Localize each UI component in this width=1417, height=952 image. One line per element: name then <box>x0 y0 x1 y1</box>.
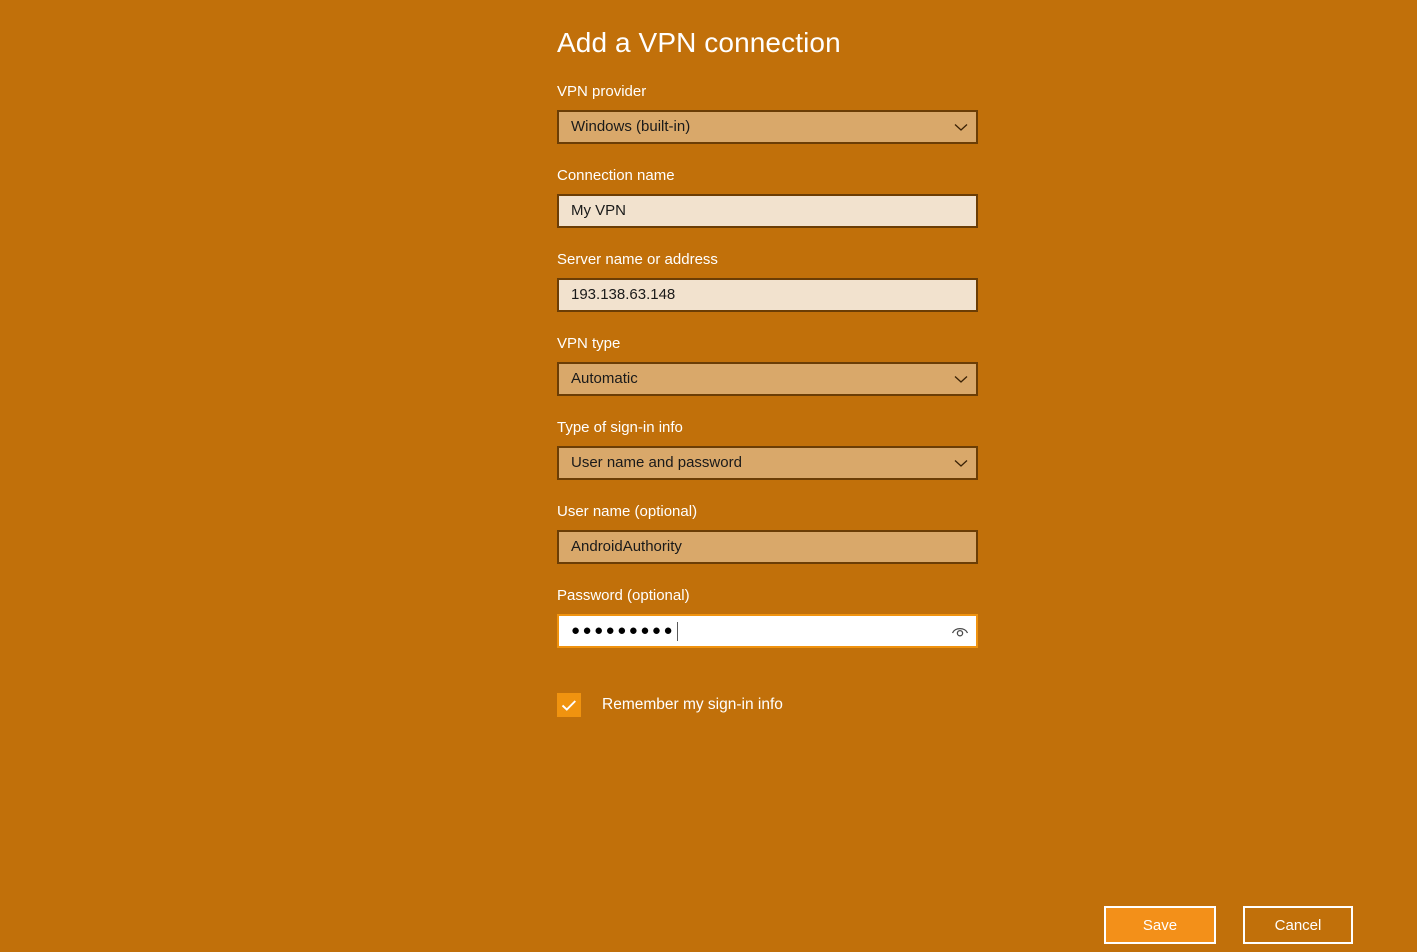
chevron-down-icon <box>946 112 976 142</box>
remember-signin-row[interactable]: Remember my sign-in info <box>557 693 978 717</box>
vpn-type-value: Automatic <box>571 370 638 387</box>
user-name-input[interactable]: AndroidAuthority <box>557 530 978 564</box>
signin-type-select[interactable]: User name and password <box>557 446 978 480</box>
server-address-input[interactable]: 193.138.63.148 <box>557 278 978 312</box>
label-signin-type: Type of sign-in info <box>557 419 683 436</box>
label-server-address: Server name or address <box>557 251 718 268</box>
field-connection-name: Connection name My VPN <box>557 166 978 228</box>
save-button[interactable]: Save <box>1104 906 1216 944</box>
field-user-name: User name (optional) AndroidAuthority <box>557 502 978 564</box>
chevron-down-icon <box>946 448 976 478</box>
field-server-address: Server name or address 193.138.63.148 <box>557 250 978 312</box>
remember-signin-label: Remember my sign-in info <box>602 696 783 713</box>
cancel-button[interactable]: Cancel <box>1243 906 1353 944</box>
field-signin-type: Type of sign-in info User name and passw… <box>557 418 978 480</box>
connection-name-input[interactable]: My VPN <box>557 194 978 228</box>
vpn-provider-select[interactable]: Windows (built-in) <box>557 110 978 144</box>
remember-signin-checkbox[interactable] <box>557 693 581 717</box>
dialog-action-buttons: Save Cancel <box>1104 906 1353 944</box>
label-vpn-provider: VPN provider <box>557 83 647 100</box>
label-vpn-type: VPN type <box>557 335 621 352</box>
eye-reveal-password-icon[interactable] <box>944 616 976 646</box>
user-name-value: AndroidAuthority <box>571 538 682 555</box>
label-user-name: User name (optional) <box>557 503 698 520</box>
password-value-wrapper: ●●●●●●●●● <box>559 621 944 641</box>
label-password: Password (optional) <box>557 587 690 604</box>
password-value: ●●●●●●●●● <box>571 622 676 639</box>
password-input[interactable]: ●●●●●●●●● <box>557 614 978 648</box>
field-password: Password (optional) ●●●●●●●●● <box>557 586 978 648</box>
label-connection-name: Connection name <box>557 167 675 184</box>
text-caret <box>677 621 679 641</box>
vpn-type-select[interactable]: Automatic <box>557 362 978 396</box>
field-vpn-type: VPN type Automatic <box>557 334 978 396</box>
field-vpn-provider: VPN provider Windows (built-in) <box>557 82 978 144</box>
page-title: Add a VPN connection <box>557 27 841 58</box>
chevron-down-icon <box>946 364 976 394</box>
add-vpn-connection-dialog: Add a VPN connection VPN provider Window… <box>557 0 978 717</box>
vpn-provider-value: Windows (built-in) <box>571 118 691 135</box>
connection-name-value: My VPN <box>571 202 627 219</box>
signin-type-value: User name and password <box>571 454 742 471</box>
server-address-value: 193.138.63.148 <box>571 286 676 303</box>
